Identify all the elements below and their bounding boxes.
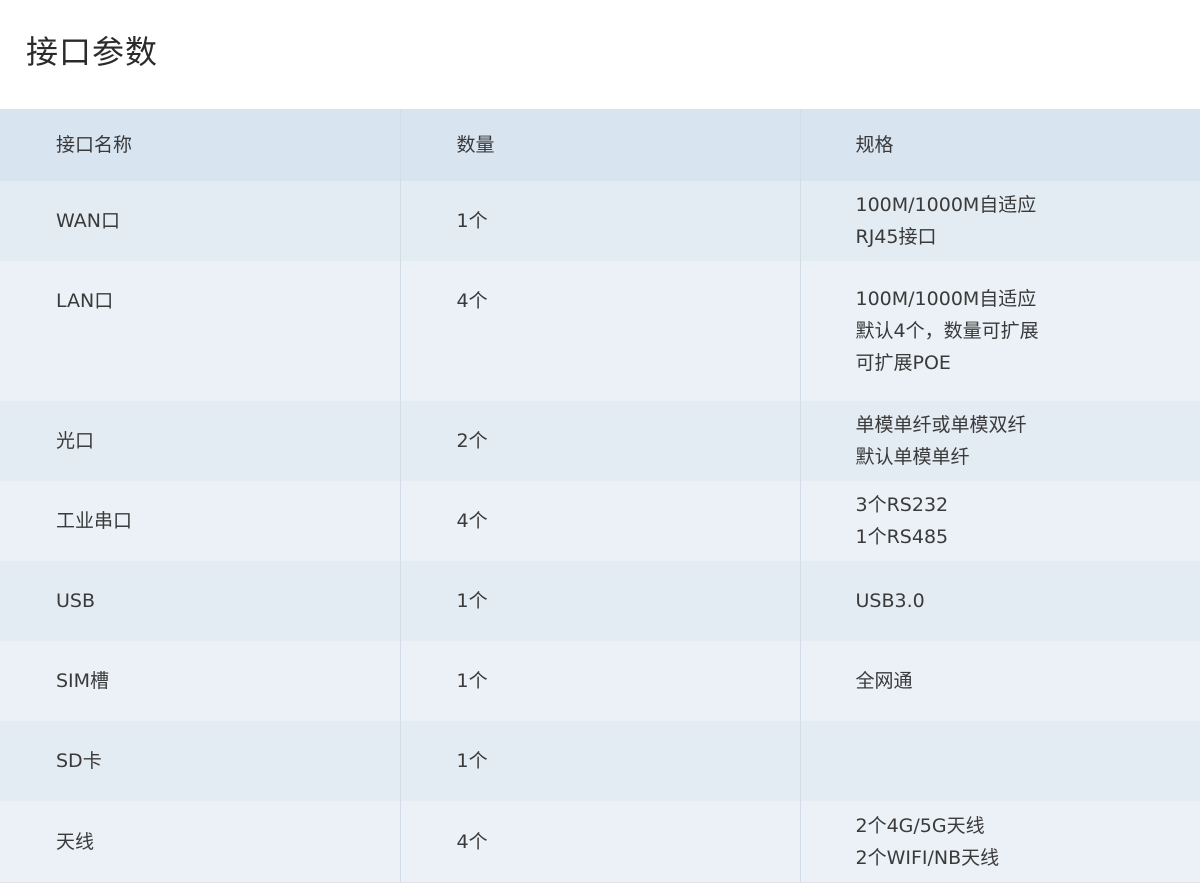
interface-name-cell: WAN口 [0,181,400,261]
spec-cell: USB3.0 [799,561,1200,641]
table-row: WAN口 1个 100M/1000M自适应 RJ45接口 [0,181,1200,261]
spec-line: 默认单模单纤 [855,446,970,468]
quantity-cell: 1个 [399,641,800,721]
column-header-interface-name: 接口名称 [0,109,400,181]
spec-cell: 100M/1000M自适应 默认4个，数量可扩展 可扩展POE [799,261,1200,401]
spec-line: 2个4G/5G天线 [855,814,985,837]
spec-line: USB3.0 [855,590,925,612]
quantity-cell: 1个 [399,721,800,801]
spec-line: 全网通 [855,670,913,692]
page-title: 接口参数 [26,33,159,71]
spec-line: 100M/1000M自适应 [855,194,1037,216]
spec-line: RJ45接口 [855,226,937,248]
interface-name-cell: 工业串口 [0,481,400,561]
quantity-cell: 4个 [399,481,800,561]
spec-line: 1个RS485 [855,526,949,548]
quantity-cell: 4个 [399,261,800,401]
spec-cell [799,721,1200,801]
table-row: SD卡 1个 [0,721,1200,801]
spec-cell: 单模单纤或单模双纤 默认单模单纤 [799,401,1200,481]
table-row: LAN口 4个 100M/1000M自适应 默认4个，数量可扩展 可扩展POE [0,261,1200,401]
table-row: 光口 2个 单模单纤或单模双纤 默认单模单纤 [0,401,1200,481]
spec-cell: 全网通 [799,641,1200,721]
spec-line: 单模单纤或单模双纤 [855,414,1027,436]
bottom-divider [0,882,1200,883]
spec-line: 100M/1000M自适应 [855,288,1037,310]
spec-line: 2个WIFI/NB天线 [855,846,1000,869]
table-row: SIM槽 1个 全网通 [0,641,1200,721]
spec-cell: 3个RS232 1个RS485 [799,481,1200,561]
quantity-cell: 1个 [399,561,800,641]
interface-name-cell: LAN口 [0,261,400,401]
spec-line: 3个RS232 [855,494,949,516]
table-header-row: 接口名称 数量 规格 [0,109,1200,181]
interface-name-cell: USB [0,561,400,641]
spec-line: 默认4个，数量可扩展 [855,320,1039,342]
interface-spec-table: 接口名称 数量 规格 WAN口 1个 100M/1000M自适应 RJ45接口 … [0,109,1200,882]
table-row: 工业串口 4个 3个RS232 1个RS485 [0,481,1200,561]
quantity-cell: 2个 [399,401,800,481]
table-row: USB 1个 USB3.0 [0,561,1200,641]
column-header-spec: 规格 [799,109,1200,181]
spec-cell: 2个4G/5G天线 2个WIFI/NB天线 [799,801,1200,882]
spec-line: 可扩展POE [855,352,951,374]
interface-name-cell: 天线 [0,801,400,882]
quantity-cell: 4个 [399,801,800,882]
interface-name-cell: SIM槽 [0,641,400,721]
interface-name-cell: 光口 [0,401,400,481]
interface-name-cell: SD卡 [0,721,400,801]
table-row: 天线 4个 2个4G/5G天线 2个WIFI/NB天线 [0,801,1200,882]
spec-cell: 100M/1000M自适应 RJ45接口 [799,181,1200,261]
column-header-quantity: 数量 [399,109,800,181]
quantity-cell: 1个 [399,181,800,261]
